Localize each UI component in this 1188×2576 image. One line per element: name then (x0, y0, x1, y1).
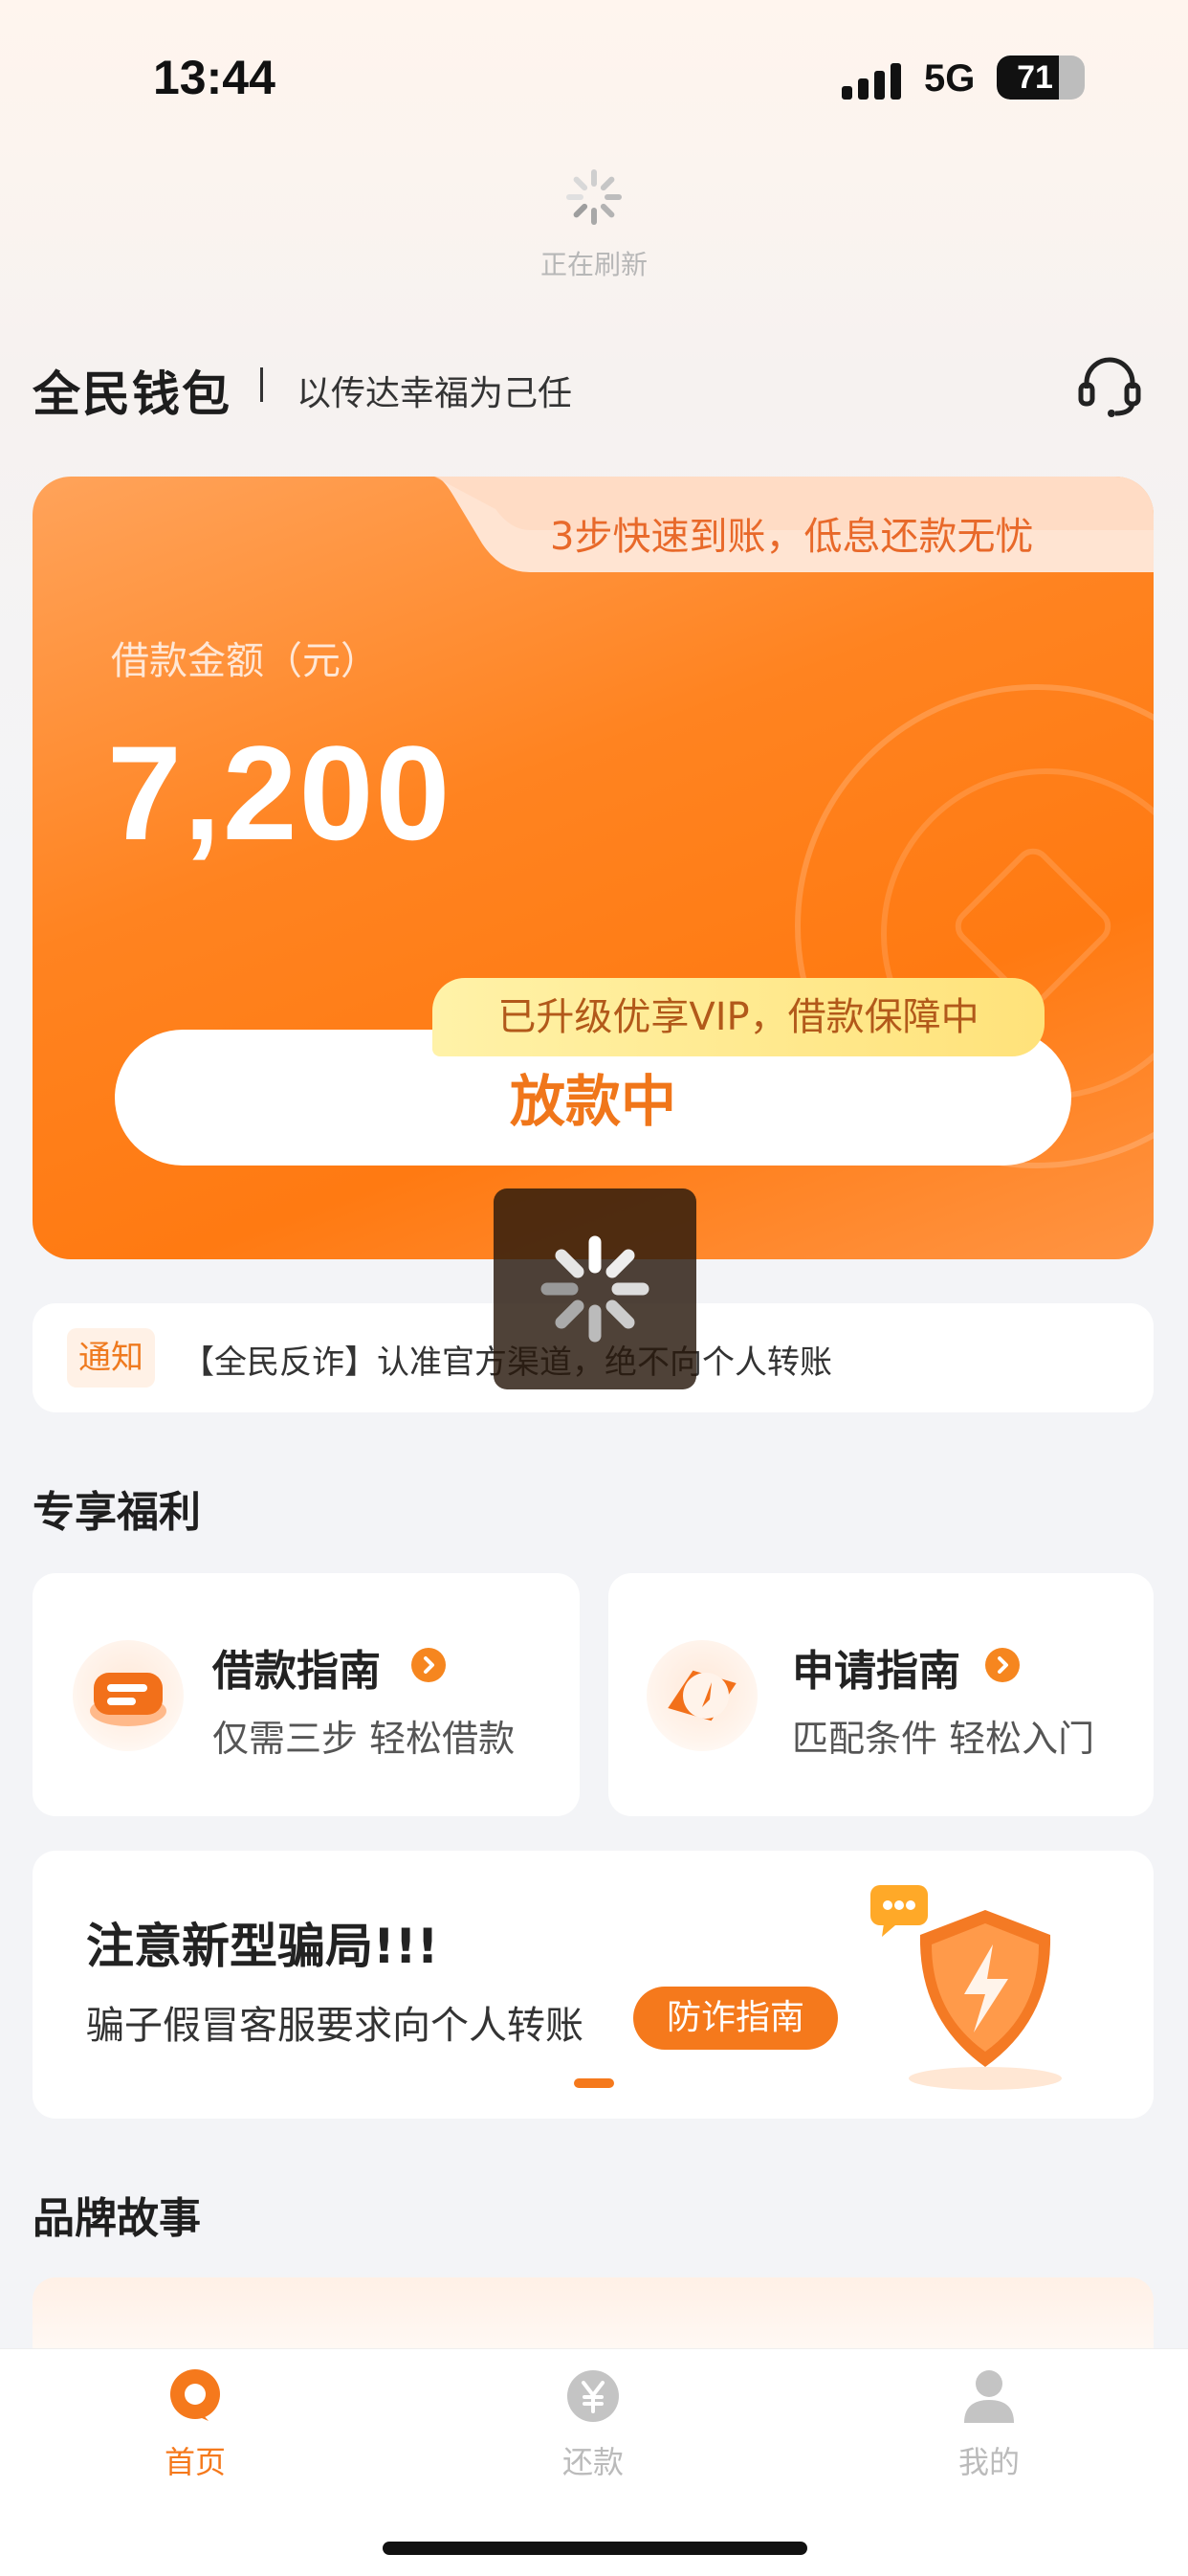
header-divider (260, 367, 263, 402)
brand-story-title: 品牌故事 (33, 2194, 201, 2243)
notice-tag: 通知 (67, 1328, 155, 1388)
tab-repay[interactable]: 还款 (517, 2367, 670, 2482)
yuan-icon (567, 2370, 619, 2422)
battery-percent: 71 (1017, 59, 1053, 96)
brand-logo: 全民钱包 (33, 366, 231, 422)
loan-amount-value: 7,200 (107, 718, 452, 868)
tab-label: 还款 (561, 2444, 624, 2480)
refresh-spinner-icon (566, 169, 622, 225)
benefit-subtitle: 仅需三步 轻松借款 (212, 1718, 516, 1760)
fraud-title: 注意新型骗局!!! (86, 1919, 439, 1974)
benefit-title: 借款指南 (212, 1647, 381, 1696)
chevron-right-icon (985, 1648, 1020, 1682)
shield-lightning-icon (870, 1885, 1062, 2090)
loading-overlay (494, 1188, 696, 1389)
battery-nub (1077, 69, 1085, 86)
network-type: 5G (924, 57, 976, 100)
chevron-right-icon (411, 1648, 446, 1682)
benefits-section-title: 专享福利 (33, 1488, 201, 1537)
home-indicator (383, 2542, 807, 2555)
benefit-subtitle: 匹配条件 轻松入门 (792, 1718, 1095, 1760)
benefit-title: 申请指南 (792, 1647, 960, 1696)
vip-status-badge: 已升级优享VIP，借款保障中 (432, 978, 1045, 1056)
status-time: 13:44 (153, 51, 275, 104)
headset-icon[interactable] (1075, 352, 1144, 421)
tab-profile[interactable]: 我的 (913, 2367, 1066, 2482)
home-icon (170, 2369, 220, 2421)
loan-amount-label: 借款金额（元） (111, 639, 379, 683)
battery-icon: 71 (997, 56, 1085, 100)
tab-home[interactable]: 首页 (119, 2367, 272, 2482)
cellular-signal-icon (842, 57, 909, 100)
loan-guide-icon (73, 1640, 184, 1751)
fraud-subtitle: 骗子假冒客服要求向个人转账 (86, 2004, 583, 2048)
banner-page-indicator (574, 2078, 614, 2088)
loading-spinner-icon (540, 1235, 649, 1343)
compass-icon (647, 1640, 758, 1751)
tab-label: 首页 (164, 2444, 226, 2480)
brand-slogan: 以传达幸福为己任 (297, 374, 573, 413)
refresh-status: 正在刷新 (539, 249, 648, 280)
anti-fraud-guide-button[interactable]: 防诈指南 (633, 1987, 838, 2050)
tab-label: 我的 (957, 2444, 1020, 2480)
profile-icon (964, 2370, 1014, 2423)
